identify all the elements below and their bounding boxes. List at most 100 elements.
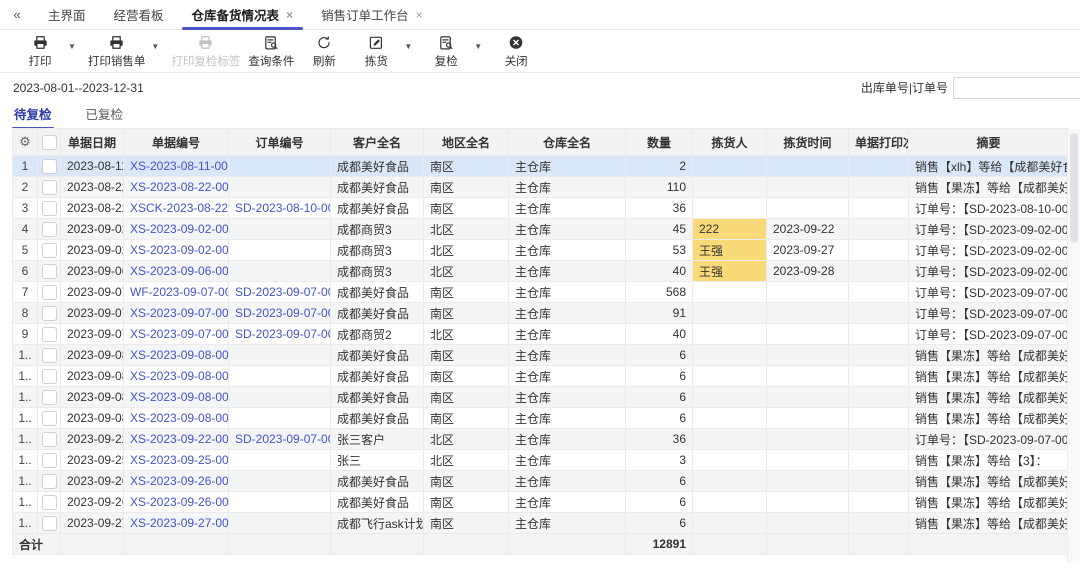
row-checkbox[interactable] <box>41 221 57 237</box>
row-checkbox[interactable] <box>41 389 57 405</box>
doc-link[interactable]: XS-2023-09-27-00034 <box>130 516 228 530</box>
column-header-8[interactable]: 拣货人 <box>692 128 767 156</box>
table-row[interactable]: 2 2023-08-22 XS-2023-08-22-00014 成都美好食品南区主仓… <box>12 176 1069 198</box>
order-link[interactable]: SD-2023-09-07-00005 <box>235 432 330 446</box>
tab-close-icon[interactable]: × <box>416 9 423 21</box>
doc-link[interactable]: XS-2023-09-08-00026 <box>130 390 228 404</box>
doc-link[interactable]: XS-2023-09-25-00031 <box>130 453 228 467</box>
chevron-down-icon[interactable]: ▼ <box>404 42 412 51</box>
row-checkbox[interactable] <box>41 158 57 174</box>
doc-link[interactable]: XS-2023-09-22-00030 <box>130 432 228 446</box>
chevron-down-icon[interactable]: ▼ <box>151 42 159 51</box>
table-row[interactable]: 8 2023-09-07 XS-2023-09-07-00022 SD-2023-09… <box>12 302 1069 324</box>
column-header-9[interactable]: 拣货时间 <box>766 128 849 156</box>
table-row[interactable]: 6 2023-09-06 XS-2023-09-06-00018 成都商贸3北区主仓库… <box>12 260 1069 282</box>
table-row[interactable]: 1.. 2023-09-22 XS-2023-09-22-00030 SD-2023-… <box>12 428 1069 450</box>
toolbar-button-5[interactable]: 刷新 <box>298 34 350 69</box>
table-row[interactable]: 3 2023-08-22 XSCK-2023-08-22-00001 SD-2023-… <box>12 197 1069 219</box>
toolbar-button-4[interactable]: 查询条件 <box>244 34 298 69</box>
search-input[interactable] <box>953 76 1080 99</box>
column-header-7[interactable]: 数量 <box>625 128 693 156</box>
order-link[interactable]: SD-2023-09-07-00009 <box>235 285 330 299</box>
row-checkbox[interactable] <box>41 242 57 258</box>
date-range-filter[interactable]: 2023-08-01--2023-12-31 <box>13 81 144 95</box>
doc-link[interactable]: XS-2023-09-07-00023 <box>130 327 228 341</box>
row-checkbox[interactable] <box>41 431 57 447</box>
tab-label: 主界面 <box>48 9 86 23</box>
doc-link[interactable]: XS-2023-09-06-00018 <box>130 264 228 278</box>
table-row[interactable]: 4 2023-09-02 XS-2023-09-02-00016 成都商贸3北区主仓库… <box>12 218 1069 240</box>
toolbar-button-6[interactable]: 拣货 <box>350 34 402 69</box>
window-tab-2[interactable]: 经营看板 <box>100 0 178 29</box>
column-header-11[interactable]: 摘要 <box>908 128 1069 156</box>
grid-settings-gear-icon[interactable]: ⚙ <box>19 134 31 149</box>
cell-picker: 222 <box>692 218 767 240</box>
window-tab-4[interactable]: 销售订单工作台 × <box>307 0 437 29</box>
view-tab-2[interactable]: 已复检 <box>86 104 124 127</box>
doc-link[interactable]: XS-2023-09-26-00033 <box>130 495 228 509</box>
vertical-scrollbar[interactable] <box>1067 129 1080 563</box>
collapse-sidebar-icon[interactable]: « <box>0 0 34 29</box>
row-checkbox[interactable] <box>41 494 57 510</box>
row-checkbox[interactable] <box>41 326 57 342</box>
column-header-3[interactable]: 订单编号 <box>228 128 331 156</box>
column-header-5[interactable]: 地区全名 <box>423 128 509 156</box>
order-link[interactable]: SD-2023-09-07-00017 <box>235 306 330 320</box>
table-row[interactable]: 1.. 2023-09-08 XS-2023-09-08-00024 成都美好食品南区… <box>12 344 1069 366</box>
window-tab-3[interactable]: 仓库备货情况表 × <box>178 0 308 30</box>
table-row[interactable]: 5 2023-09-02 XS-2023-09-02-00017 成都商贸3北区主仓库… <box>12 239 1069 261</box>
table-row[interactable]: 1.. 2023-09-26 XS-2023-09-26-00033 成都美好食品南区… <box>12 491 1069 513</box>
table-row[interactable]: 1.. 2023-09-25 XS-2023-09-25-00031 张三北区主仓库3… <box>12 449 1069 471</box>
window-tab-1[interactable]: 主界面 <box>34 0 100 29</box>
order-link[interactable]: SD-2023-09-07-00014 <box>235 327 330 341</box>
order-link[interactable]: SD-2023-08-10-00002 <box>235 201 330 215</box>
table-row[interactable]: 1.. 2023-09-27 XS-2023-09-27-00034 成都飞行ask计… <box>12 512 1069 534</box>
row-checkbox[interactable] <box>41 515 57 531</box>
column-header-4[interactable]: 客户全名 <box>330 128 424 156</box>
row-checkbox[interactable] <box>41 473 57 489</box>
doc-link[interactable]: WF-2023-09-07-00003 <box>130 285 228 299</box>
row-checkbox[interactable] <box>41 200 57 216</box>
row-checkbox[interactable] <box>41 263 57 279</box>
row-checkbox[interactable] <box>41 284 57 300</box>
toolbar-button-1[interactable]: 打印 <box>14 34 66 69</box>
chevron-down-icon[interactable]: ▼ <box>474 42 482 51</box>
column-header-2[interactable]: 单据编号 <box>123 128 229 156</box>
doc-link[interactable]: XS-2023-09-08-00025 <box>130 369 228 383</box>
doc-link[interactable]: XS-2023-09-08-00027 <box>130 411 228 425</box>
table-row[interactable]: 1.. 2023-09-08 XS-2023-09-08-00026 成都美好食品南区… <box>12 386 1069 408</box>
scrollbar-thumb[interactable] <box>1070 133 1078 243</box>
column-header-6[interactable]: 仓库全名 <box>508 128 626 156</box>
table-row[interactable]: 7 2023-09-07 WF-2023-09-07-00003 SD-2023-09… <box>12 281 1069 303</box>
tab-close-icon[interactable]: × <box>286 9 293 21</box>
doc-link[interactable]: XSCK-2023-08-22-00001 <box>130 201 228 215</box>
row-checkbox[interactable] <box>41 305 57 321</box>
toolbar-button-7[interactable]: 复检 <box>420 34 472 69</box>
table-row[interactable]: 1.. 2023-09-08 XS-2023-09-08-00027 成都美好食品南区… <box>12 407 1069 429</box>
cell-quantity: 36 <box>625 197 693 219</box>
select-all-checkbox[interactable] <box>41 134 57 150</box>
doc-link[interactable]: XS-2023-08-11-00013 <box>130 159 228 173</box>
toolbar-button-2[interactable]: 打印销售单 <box>84 34 150 69</box>
column-header-1[interactable]: 单据日期 <box>60 128 124 156</box>
table-row[interactable]: 9 2023-09-07 XS-2023-09-07-00023 SD-2023-09… <box>12 323 1069 345</box>
row-checkbox[interactable] <box>41 347 57 363</box>
doc-link[interactable]: XS-2023-09-07-00022 <box>130 306 228 320</box>
row-checkbox[interactable] <box>41 179 57 195</box>
chevron-down-icon[interactable]: ▼ <box>68 42 76 51</box>
toolbar-button-8[interactable]: 关闭 <box>490 34 542 69</box>
table-row[interactable]: 1.. 2023-09-26 XS-2023-09-26-00032 成都美好食品南区… <box>12 470 1069 492</box>
table-row[interactable]: 1 2023-08-11 XS-2023-08-11-00013 成都美好食品南区主仓… <box>12 155 1069 177</box>
view-tab-1[interactable]: 待复检 <box>12 104 54 129</box>
doc-link[interactable]: XS-2023-09-26-00032 <box>130 474 228 488</box>
row-checkbox[interactable] <box>41 410 57 426</box>
doc-link[interactable]: XS-2023-09-08-00024 <box>130 348 228 362</box>
row-checkbox[interactable] <box>41 368 57 384</box>
row-checkbox[interactable] <box>41 452 57 468</box>
column-header-10[interactable]: 单据打印次数 <box>848 128 909 156</box>
doc-link[interactable]: XS-2023-09-02-00017 <box>130 243 228 257</box>
doc-link[interactable]: XS-2023-08-22-00014 <box>130 180 228 194</box>
table-row[interactable]: 1.. 2023-09-08 XS-2023-09-08-00025 成都美好食品南区… <box>12 365 1069 387</box>
doc-link[interactable]: XS-2023-09-02-00016 <box>130 222 228 236</box>
cell-customer: 成都美好食品 <box>330 176 424 198</box>
